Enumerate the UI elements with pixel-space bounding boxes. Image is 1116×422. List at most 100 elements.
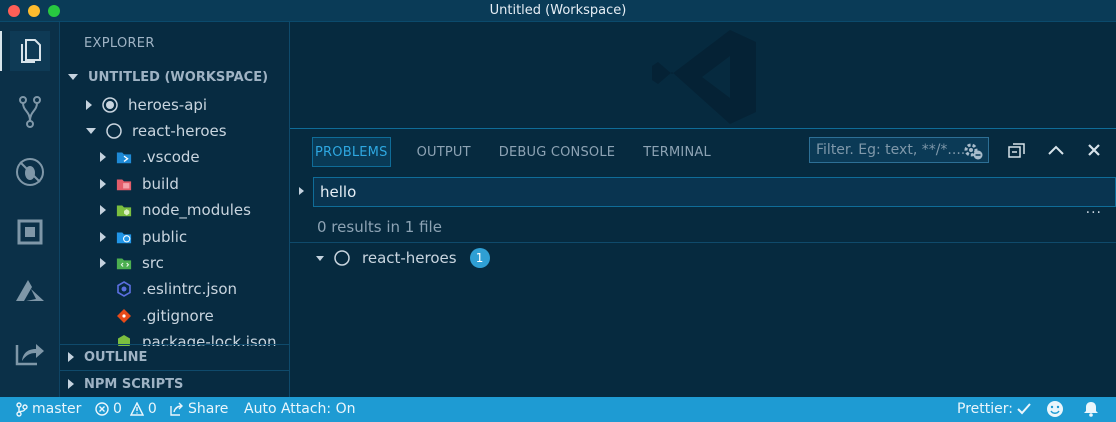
tree-item-label: heroes-api [128,96,208,114]
extensions-icon [17,219,43,245]
sidebar-divider [60,370,289,371]
workspace-section-label: UNTITLED (WORKSPACE) [88,69,269,85]
root-folder-open-icon [334,250,350,266]
activity-azure[interactable] [10,272,50,312]
chevron-down-icon [316,255,324,261]
tree-item-label: .eslintrc.json [142,280,238,298]
debug-icon [16,158,44,186]
tree-item-heroes-api[interactable]: heroes-api [60,92,289,118]
collapse-all-button[interactable] [1008,141,1026,159]
auto-attach-status[interactable]: Auto Attach: On [244,401,355,417]
share-button[interactable]: Share [170,401,228,417]
bell-icon [1084,402,1098,417]
tree-item-react-heroes[interactable]: react-heroes [60,118,289,144]
branch-status[interactable]: master [16,401,81,417]
files-icon [21,39,41,63]
src-folder-icon [116,255,132,271]
check-icon [1017,403,1031,415]
tree-item-label: react-heroes [132,122,227,140]
result-item-react-heroes[interactable]: react-heroes 1 [316,245,490,271]
tree-item-src[interactable]: src [60,250,289,276]
close-icon [1088,144,1100,156]
activity-source-control[interactable] [10,92,50,132]
workspace-section-header[interactable]: UNTITLED (WORKSPACE) [60,65,289,89]
public-folder-icon [116,229,132,245]
outline-section-header[interactable]: OUTLINE [60,345,289,369]
window-title: Untitled (Workspace) [489,3,627,18]
npm-scripts-section-label: NPM SCRIPTS [84,376,184,392]
chevron-right-icon [68,379,74,389]
tree-item-label: public [142,228,188,246]
search-row: hello [290,177,1116,207]
status-bar: master 0 0 Share Auto Attach: On Prettie… [0,397,1116,422]
npm-scripts-section-header[interactable]: NPM SCRIPTS [60,372,289,396]
chevron-right-icon [100,152,106,162]
search-input[interactable]: hello [313,177,1116,207]
collapse-all-icon [1008,143,1025,158]
chevron-right-icon [100,232,106,242]
panel-tabs: PROBLEMS OUTPUT DEBUG CONSOLE TERMINAL [312,137,737,167]
tree-item-label: build [142,175,179,193]
file-tree: heroes-api react-heroes .vscode build no… [60,90,289,346]
tree-item-gitignore[interactable]: .gitignore [60,303,289,329]
maximize-panel-button[interactable] [1047,141,1065,159]
activity-bar [0,22,60,397]
problems-status[interactable]: 0 0 [95,401,157,417]
editor-area[interactable] [290,22,1116,128]
azure-icon [16,280,44,301]
activity-extensions[interactable] [10,212,50,252]
chevron-right-icon [86,100,92,110]
feedback-button[interactable] [1046,400,1068,418]
activity-debug[interactable] [10,152,50,192]
title-bar: Untitled (Workspace) [0,0,1116,22]
vscode-folder-icon [116,149,132,165]
eslint-file-icon [116,281,132,297]
explorer-sidebar: EXPLORER UNTITLED (WORKSPACE) heroes-api… [60,22,290,397]
filter-placeholder: Filter. Eg: text, **/*.... [816,142,966,158]
build-folder-icon [116,176,132,192]
activity-live-share[interactable] [10,332,50,372]
warning-count: 0 [147,401,157,417]
tab-terminal[interactable]: TERMINAL [641,137,713,167]
share-icon [170,402,183,416]
tree-item-label: .gitignore [142,307,214,325]
error-count: 0 [113,401,122,417]
tab-debug-console[interactable]: DEBUG CONSOLE [497,137,617,167]
tree-item-label: .vscode [142,148,200,166]
live-share-icon [15,344,44,366]
result-folder-label: react-heroes [362,249,457,267]
problems-filter-input[interactable]: Filter. Eg: text, **/*.... [809,137,989,163]
chevron-right-icon [100,179,106,189]
chevron-right-icon [68,352,74,362]
tree-item-label: node_modules [142,201,251,219]
sidebar-title: EXPLORER [84,36,155,51]
tree-item-node-modules[interactable]: node_modules [60,197,289,223]
prettier-label: Prettier: [957,401,1013,417]
chevron-down-icon [68,74,78,80]
chevron-down-icon [86,128,96,134]
tab-output[interactable]: OUTPUT [415,137,473,167]
activity-explorer[interactable] [0,31,50,71]
node-folder-icon [116,202,132,218]
chevron-up-icon [1048,145,1064,155]
smiley-icon [1047,401,1063,417]
filter-settings-icon[interactable] [962,141,984,165]
branch-label: master [32,401,82,417]
tree-item-label: src [142,254,164,272]
tree-item-vscode[interactable]: .vscode [60,144,289,170]
tree-item-build[interactable]: build [60,171,289,197]
chevron-right-icon [100,205,106,215]
chevron-right-icon [100,258,106,268]
tab-problems[interactable]: PROBLEMS [312,137,391,167]
chevron-right-icon[interactable] [299,187,304,195]
notifications-button[interactable] [1083,401,1103,417]
more-actions-icon[interactable]: ··· [1086,205,1102,221]
tree-item-eslintrc[interactable]: .eslintrc.json [60,276,289,302]
close-panel-button[interactable] [1085,141,1103,159]
tree-item-public[interactable]: public [60,224,289,250]
source-control-icon [19,96,41,128]
prettier-status[interactable]: Prettier: [957,401,1035,417]
results-summary: 0 results in 1 file [317,218,442,236]
outline-section-label: OUTLINE [84,349,148,365]
bottom-panel: PROBLEMS OUTPUT DEBUG CONSOLE TERMINAL F… [290,128,1116,397]
